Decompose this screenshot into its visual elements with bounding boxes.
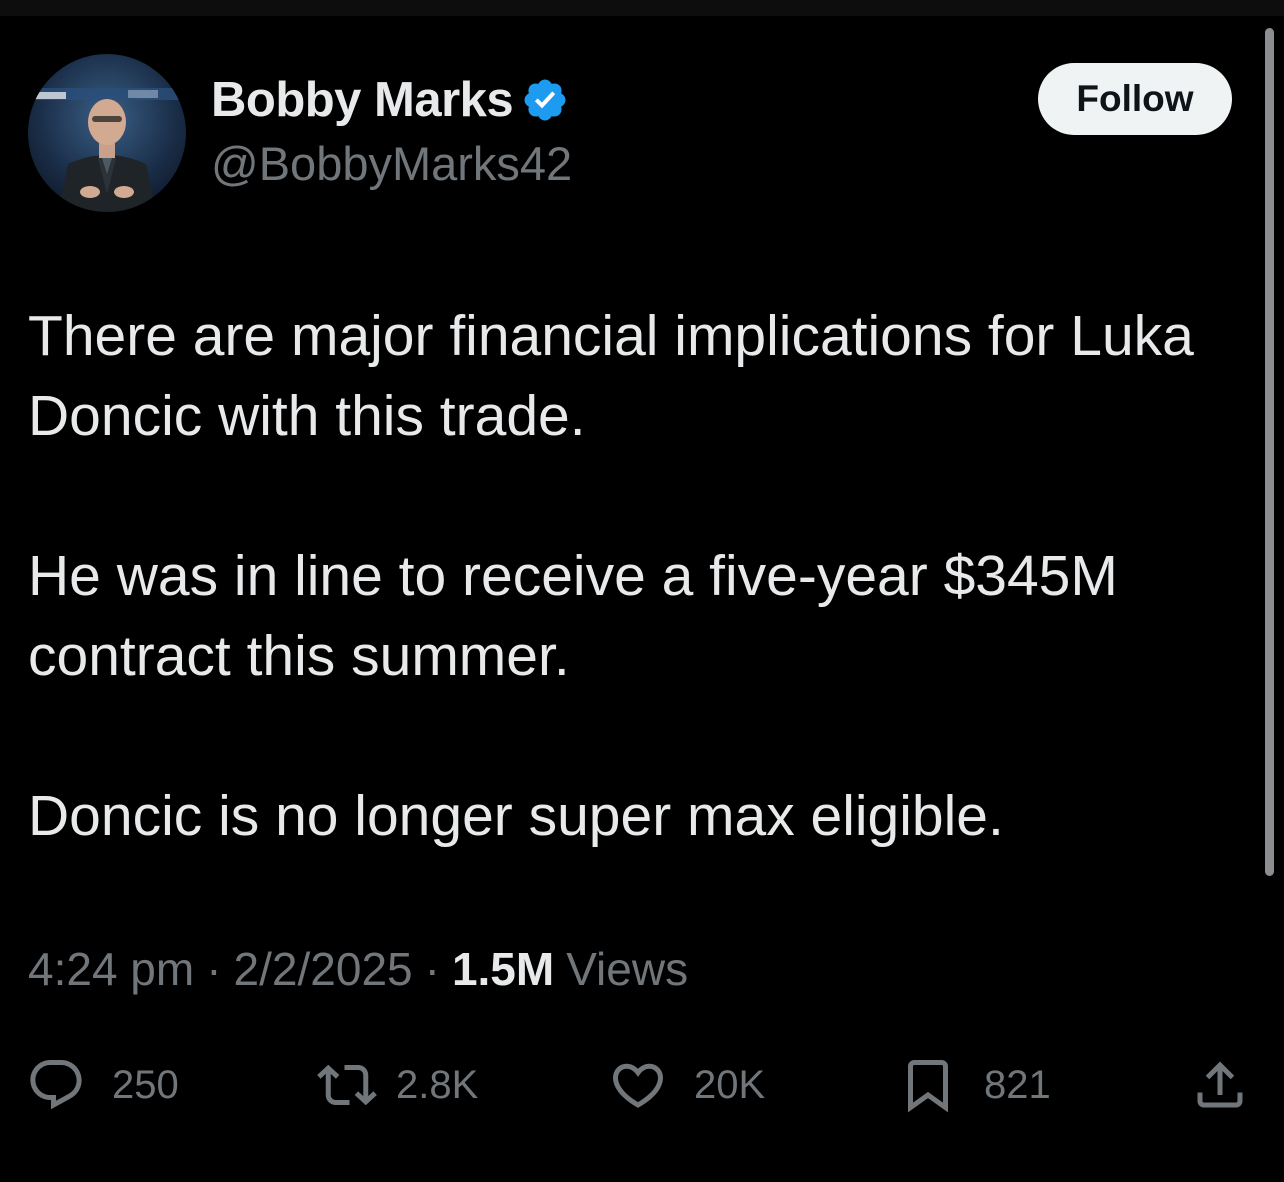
display-name[interactable]: Bobby Marks [211,72,514,128]
bookmark-icon [898,1055,958,1115]
heart-icon [608,1055,668,1115]
views-label: Views [566,943,689,995]
views-count[interactable]: 1.5M [452,942,554,996]
share-icon [1190,1055,1250,1115]
meta-separator: · [206,943,222,995]
reply-button[interactable]: 250 [26,1050,179,1120]
action-bar: 250 2.8K 20K 821 [0,1050,1284,1120]
repost-button[interactable]: 2.8K [314,1050,478,1120]
tweet-text: There are major financial implications f… [28,296,1238,856]
tweet-paragraph: He was in line to receive a five-year $3… [28,544,1118,688]
repost-icon [314,1055,377,1115]
user-handle[interactable]: @BobbyMarks42 [211,136,572,191]
repost-count: 2.8K [396,1062,479,1107]
avatar-image [28,54,186,212]
bookmark-button[interactable]: 821 [898,1050,1051,1120]
tweet-time[interactable]: 4:24 pm [28,942,194,996]
reply-count: 250 [112,1062,179,1107]
tweet-paragraph: There are major financial implications f… [28,304,1194,448]
tweet-meta: 4:24 pm · 2/2/2025 · 1.5M Views [28,942,688,996]
share-button[interactable] [1190,1050,1250,1120]
follow-button[interactable]: Follow [1038,63,1232,135]
name-row: Bobby Marks [211,72,569,128]
top-edge-strip [0,0,1284,16]
avatar[interactable] [28,54,186,212]
reply-icon [26,1055,86,1115]
tweet-date[interactable]: 2/2/2025 [234,942,413,996]
bookmark-count: 821 [984,1062,1051,1107]
meta-separator: · [424,943,440,995]
like-count: 20K [694,1062,766,1107]
tweet-paragraph: Doncic is no longer super max eligible. [28,784,1004,848]
scrollbar[interactable] [1265,28,1274,876]
verified-badge-icon[interactable] [521,76,569,124]
like-button[interactable]: 20K [608,1050,765,1120]
